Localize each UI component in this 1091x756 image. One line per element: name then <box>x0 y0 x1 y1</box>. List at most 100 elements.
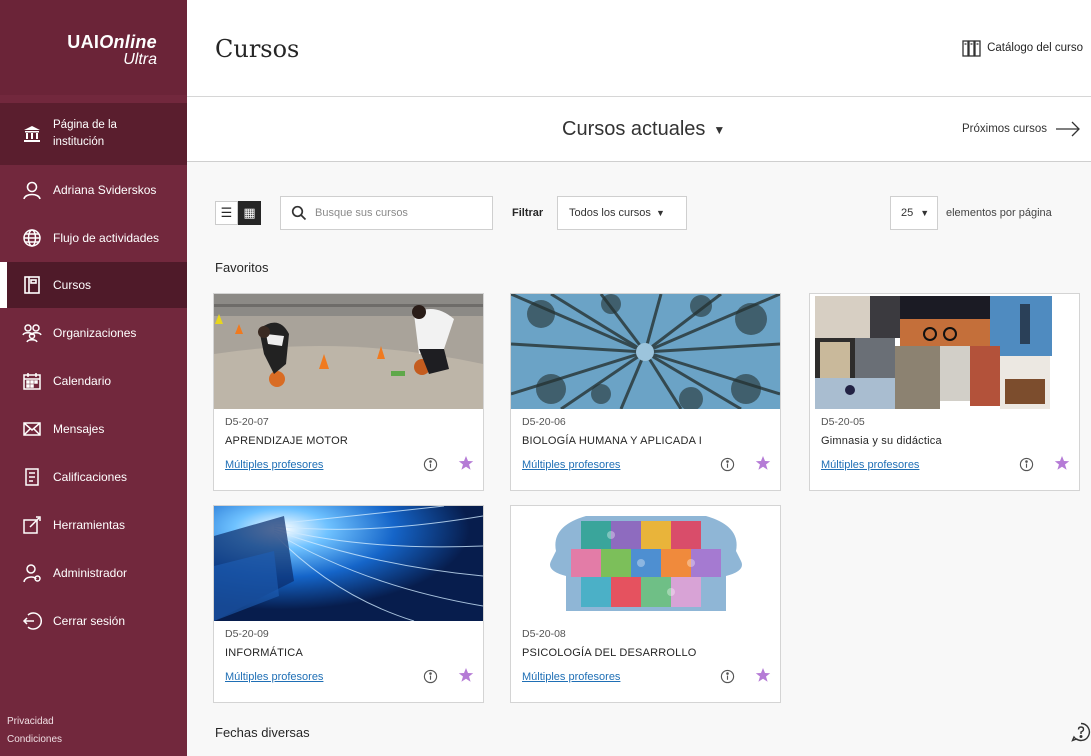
arrow-right-icon <box>1056 121 1080 137</box>
course-card[interactable]: D5-20-09 INFORMÁTICA Múltiples profesore… <box>213 505 484 703</box>
course-card[interactable]: D5-20-08 PSICOLOGÍA DEL DESARROLLO Múlti… <box>510 505 781 703</box>
globe-icon <box>21 227 43 249</box>
help-icon[interactable] <box>1071 722 1091 742</box>
sidebar: UAIOnline Ultra Página de la institución … <box>0 0 187 756</box>
institution-label-2: institución <box>53 136 105 148</box>
course-image-psychology[interactable] <box>511 506 780 621</box>
course-image-gymnastics[interactable] <box>810 294 1079 409</box>
instructors-link[interactable]: Múltiples profesores <box>225 671 323 683</box>
sidebar-item-profile[interactable]: Adriana Sviderskos <box>0 167 187 213</box>
brand-italic: Online <box>99 32 157 52</box>
list-view-button[interactable]: ☰ <box>215 201 238 225</box>
course-code: D5-20-07 <box>225 416 269 428</box>
info-icon[interactable] <box>720 669 735 684</box>
favorite-star-icon[interactable] <box>458 667 474 683</box>
instructors-link[interactable]: Múltiples profesores <box>225 459 323 471</box>
sidebar-item-label: Herramientas <box>53 518 126 532</box>
course-image-computing[interactable] <box>214 506 483 621</box>
caret-down-icon: ▼ <box>713 122 726 137</box>
institution-icon <box>21 123 43 145</box>
sidebar-item-label: Cursos <box>53 278 92 292</box>
sidebar-item-label: Adriana Sviderskos <box>53 183 157 197</box>
course-catalog-link[interactable]: Catálogo del curso <box>962 38 1083 58</box>
favorite-star-icon[interactable] <box>1054 455 1070 471</box>
course-image-motor[interactable] <box>214 294 483 409</box>
misc-dates-heading: Fechas diversas <box>215 725 310 740</box>
institution-label-1: Página de la <box>53 119 117 131</box>
organization-icon <box>21 322 43 344</box>
course-name[interactable]: Gimnasia y su didáctica <box>821 435 942 447</box>
sidebar-item-label: Flujo de actividades <box>53 231 160 245</box>
grid-icon: ▦ <box>243 205 256 220</box>
admin-icon <box>21 562 43 584</box>
brand-bold: UAI <box>67 32 100 52</box>
course-search <box>280 196 493 230</box>
course-name[interactable]: BIOLOGÍA HUMANA Y APLICADA I <box>522 435 702 447</box>
course-image-forest[interactable] <box>511 294 780 409</box>
caret-down-icon: ▼ <box>920 208 930 218</box>
user-icon <box>21 179 43 201</box>
sidebar-item-admin[interactable]: Administrador <box>0 550 187 596</box>
filter-value: Todos los cursos <box>569 207 651 219</box>
sidebar-item-label: Mensajes <box>53 422 105 436</box>
tools-icon <box>21 514 43 536</box>
search-input[interactable] <box>315 207 475 219</box>
sidebar-item-label: Organizaciones <box>53 326 137 340</box>
instructors-link[interactable]: Múltiples profesores <box>821 459 919 471</box>
sidebar-item-tools[interactable]: Herramientas <box>0 502 187 548</box>
favorite-star-icon[interactable] <box>755 667 771 683</box>
course-code: D5-20-09 <box>225 628 269 640</box>
per-page-label: elementos por página <box>946 207 1052 219</box>
favorite-star-icon[interactable] <box>458 455 474 471</box>
sidebar-item-label: Calificaciones <box>53 470 128 484</box>
page-title: Cursos <box>215 35 300 63</box>
course-code: D5-20-06 <box>522 416 566 428</box>
course-card[interactable]: D5-20-05 Gimnasia y su didáctica Múltipl… <box>809 293 1080 491</box>
course-code: D5-20-08 <box>522 628 566 640</box>
filter-select[interactable]: Todos los cursos ▼ <box>557 196 687 230</box>
grades-icon <box>21 466 43 488</box>
brand-subtitle: Ultra <box>123 51 157 68</box>
privacy-link[interactable]: Privacidad <box>7 716 54 727</box>
info-icon[interactable] <box>720 457 735 472</box>
sidebar-item-institution[interactable]: Página de la institución <box>0 103 187 165</box>
upcoming-courses-label: Próximos cursos <box>962 123 1047 135</box>
favorite-star-icon[interactable] <box>755 455 771 471</box>
info-icon[interactable] <box>423 457 438 472</box>
per-page-select[interactable]: 25 ▼ <box>890 196 938 230</box>
search-icon <box>291 205 307 221</box>
calendar-icon <box>21 370 43 392</box>
course-name[interactable]: INFORMÁTICA <box>225 647 303 659</box>
catalog-label: Catálogo del curso <box>987 42 1083 54</box>
brand-logo[interactable]: UAIOnline Ultra <box>0 0 187 95</box>
course-card[interactable]: D5-20-07 APRENDIZAJE MOTOR Múltiples pro… <box>213 293 484 491</box>
terms-link[interactable]: Condiciones <box>7 734 62 745</box>
current-courses-label: Cursos actuales <box>562 118 706 140</box>
favorites-heading: Favoritos <box>215 260 269 275</box>
instructors-link[interactable]: Múltiples profesores <box>522 671 620 683</box>
logout-icon <box>21 610 43 632</box>
filter-label: Filtrar <box>512 207 544 219</box>
sidebar-item-messages[interactable]: Mensajes <box>0 406 187 452</box>
book-icon <box>21 274 43 296</box>
course-name[interactable]: APRENDIZAJE MOTOR <box>225 435 348 447</box>
sidebar-item-logout[interactable]: Cerrar sesión <box>0 598 187 644</box>
sidebar-item-calendar[interactable]: Calendario <box>0 358 187 404</box>
instructors-link[interactable]: Múltiples profesores <box>522 459 620 471</box>
list-icon: ☰ <box>220 205 233 220</box>
per-page-value: 25 <box>901 207 914 219</box>
sidebar-item-grades[interactable]: Calificaciones <box>0 454 187 500</box>
info-icon[interactable] <box>423 669 438 684</box>
info-icon[interactable] <box>1019 457 1034 472</box>
upcoming-courses-link[interactable]: Próximos cursos <box>962 119 1081 139</box>
course-name[interactable]: PSICOLOGÍA DEL DESARROLLO <box>522 647 697 659</box>
envelope-icon <box>21 418 43 440</box>
sidebar-item-activity[interactable]: Flujo de actividades <box>0 215 187 261</box>
current-courses-dropdown[interactable]: Cursos actuales ▼ <box>562 118 725 141</box>
sidebar-item-label: Administrador <box>53 566 128 580</box>
course-card[interactable]: D5-20-06 BIOLOGÍA HUMANA Y APLICADA I Mú… <box>510 293 781 491</box>
grid-view-button[interactable]: ▦ <box>238 201 261 225</box>
sidebar-item-courses[interactable]: Cursos <box>0 262 187 308</box>
view-toggle: ☰ ▦ <box>215 201 261 225</box>
sidebar-item-organizations[interactable]: Organizaciones <box>0 310 187 356</box>
